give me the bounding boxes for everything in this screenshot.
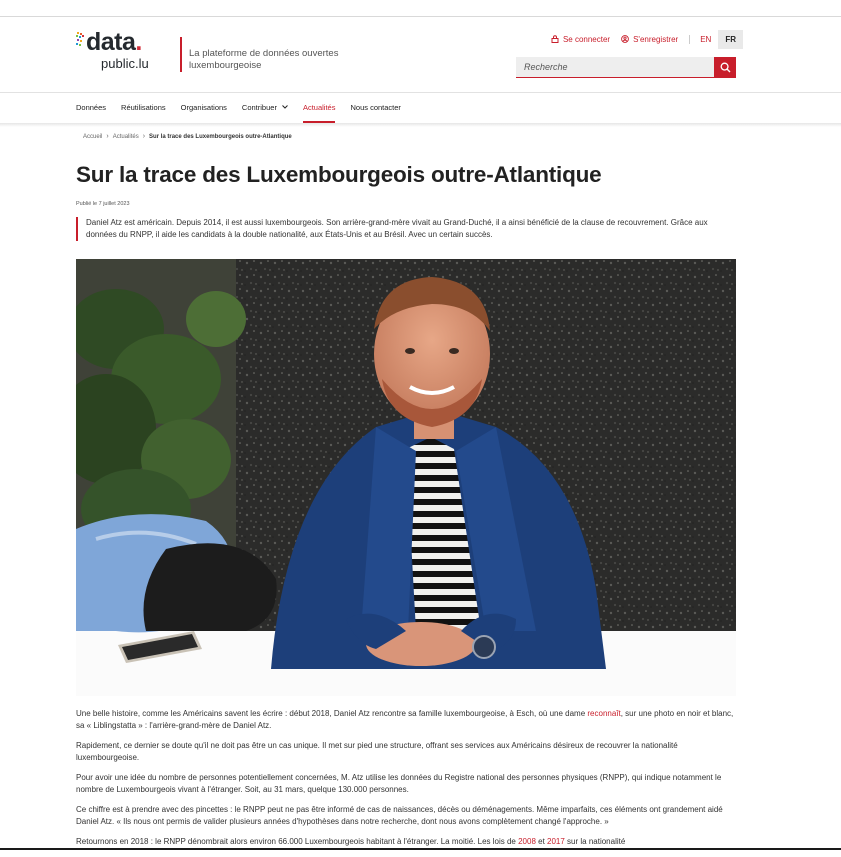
page-title: Sur la trace des Luxembourgeois outre-At… xyxy=(76,162,602,187)
site-logo[interactable]: data. public.lu xyxy=(76,28,158,74)
paragraph-2: Rapidement, ce dernier se doute qu'il ne… xyxy=(76,741,678,762)
bottom-divider xyxy=(0,848,841,850)
paragraph-1: Une belle histoire, comme les Américains… xyxy=(76,709,734,730)
breadcrumb-home[interactable]: Accueil xyxy=(83,134,102,140)
search-button[interactable] xyxy=(714,57,736,78)
paragraph-4: Ce chiffre est à prendre avec des pincet… xyxy=(76,805,723,826)
nav-item-contribuer-label: Contribuer xyxy=(241,102,277,112)
link-2017[interactable]: 2017 xyxy=(547,837,565,846)
main-navigation: Données Réutilisations Organisations Con… xyxy=(76,93,416,123)
nav-item-actualites[interactable]: Actualités xyxy=(302,93,336,123)
tagline-divider xyxy=(180,37,182,72)
search-input[interactable] xyxy=(516,57,714,78)
nav-item-reutilisations[interactable]: Réutilisations xyxy=(121,93,166,123)
logo-wordmark: data. xyxy=(86,28,142,56)
language-en[interactable]: EN xyxy=(695,32,716,47)
article-lead: Daniel Atz est américain. Depuis 2014, i… xyxy=(76,217,736,241)
login-link[interactable]: Se connecter xyxy=(551,35,610,44)
link-reconnait[interactable]: reconnaît xyxy=(587,709,620,718)
search-icon xyxy=(720,62,730,73)
nav-item-contribuer[interactable]: Contribuer xyxy=(242,93,288,123)
site-tagline: La plateforme de données ouvertes luxemb… xyxy=(189,48,339,71)
language-divider xyxy=(689,34,691,44)
breadcrumb-separator-icon: › xyxy=(142,133,146,140)
register-link[interactable]: S'enregistrer xyxy=(621,35,678,44)
top-divider xyxy=(0,16,841,17)
user-circle-icon xyxy=(621,35,629,43)
breadcrumb-separator-icon: › xyxy=(106,133,109,140)
chevron-down-icon xyxy=(282,105,288,109)
breadcrumb-current: Sur la trace des Luxembourgeois outre-At… xyxy=(149,133,292,140)
logo-subtitle: public.lu xyxy=(101,56,149,71)
paragraph-5: Retournons en 2018 : le RNPP dénombrait … xyxy=(76,837,626,846)
nav-item-contact[interactable]: Nous contacter xyxy=(350,93,400,123)
nav-shadow xyxy=(0,123,841,127)
nav-item-organisations[interactable]: Organisations xyxy=(181,93,227,123)
breadcrumb: Accueil › Actualités › Sur la trace des … xyxy=(83,133,292,140)
link-2008[interactable]: 2008 xyxy=(518,837,536,846)
language-fr[interactable]: FR xyxy=(718,29,743,49)
breadcrumb-news[interactable]: Actualités xyxy=(113,134,139,140)
publication-date: Publié le 7 juillet 2023 xyxy=(76,201,130,207)
paragraph-3: Pour avoir une idée du nombre de personn… xyxy=(76,773,722,794)
register-label: S'enregistrer xyxy=(633,34,679,44)
article-body: Une belle histoire, comme les Américains… xyxy=(76,708,739,857)
account-links: Se connecter S'enregistrer EN FR xyxy=(551,29,745,49)
login-label: Se connecter xyxy=(562,34,611,44)
search-bar xyxy=(516,57,736,78)
article-photo xyxy=(76,259,736,696)
lock-icon xyxy=(551,35,559,43)
nav-item-donnees[interactable]: Données xyxy=(76,93,106,123)
